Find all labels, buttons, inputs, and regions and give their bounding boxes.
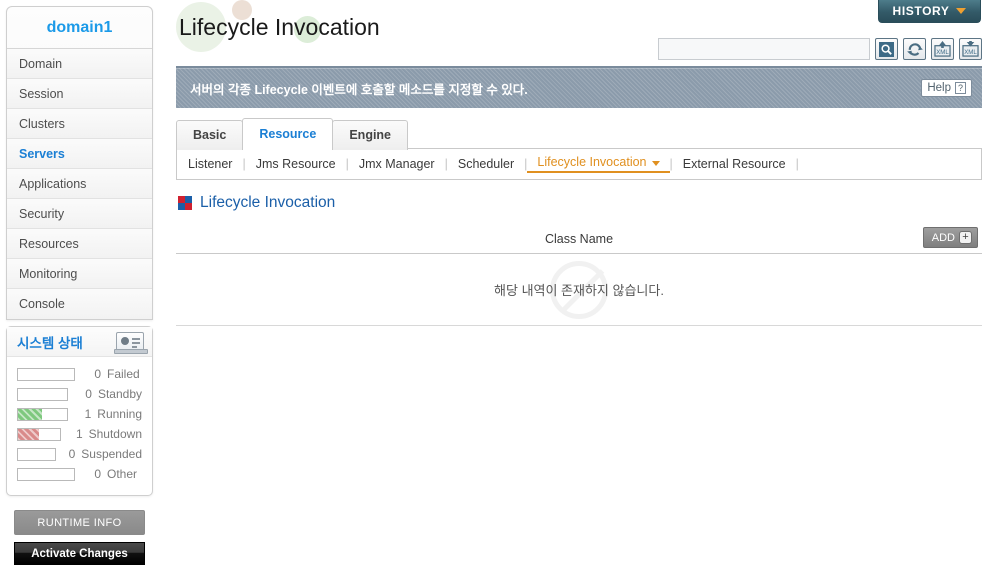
status-bar	[17, 467, 75, 481]
main-content: Lifecycle Invocation HISTORY XML XML 서버의…	[172, 0, 987, 569]
sidebar-item-domain[interactable]: Domain	[7, 49, 152, 79]
empty-state-message: 해당 내역이 존재하지 않습니다.	[494, 283, 664, 298]
status-bar	[17, 447, 56, 461]
chevron-down-icon	[956, 8, 967, 14]
status-row: 1 Running	[17, 405, 142, 423]
column-header-class-name: Class Name	[544, 231, 614, 246]
xml-export-icon[interactable]: XML	[931, 38, 954, 60]
status-bar	[17, 387, 69, 401]
refresh-icon[interactable]	[903, 38, 926, 60]
system-status-panel: 시스템 상태 0 Failed 0 Standby 1 Running 1 Shutdown 0…	[6, 326, 153, 496]
tab-engine[interactable]: Engine	[332, 120, 409, 150]
subnav-item-label: Jmx Manager	[358, 157, 435, 171]
sidebar-item-applications[interactable]: Applications	[7, 169, 152, 199]
domain-title[interactable]: domain1	[7, 7, 152, 49]
sidebar-item-servers[interactable]: Servers	[7, 139, 152, 169]
info-banner: 서버의 각종 Lifecycle 이벤트에 호출할 메소드를 지정할 수 있다.…	[176, 66, 982, 108]
subnav-item-jms-resource[interactable]: Jms Resource	[246, 157, 346, 171]
empty-state-row: 해당 내역이 존재하지 않습니다.	[176, 254, 982, 326]
tab-bar: Basic Resource Engine	[176, 118, 409, 150]
status-label: Failed	[107, 367, 140, 381]
subnav-item-label: Lifecycle Invocation	[537, 155, 647, 169]
checker-square-icon	[178, 196, 192, 210]
status-bar-fill	[18, 408, 43, 420]
svg-text:XML: XML	[936, 49, 949, 56]
sidebar-actions: RUNTIME INFO Activate Changes Undo ALL C…	[6, 510, 153, 569]
sidebar-item-security[interactable]: Security	[7, 199, 152, 229]
page-title: Lifecycle Invocation	[179, 14, 380, 40]
activate-changes-button[interactable]: Activate Changes	[14, 542, 145, 565]
system-status-header: 시스템 상태	[7, 327, 152, 357]
help-button[interactable]: Help ?	[921, 79, 972, 97]
subnav-item-jmx-manager[interactable]: Jmx Manager	[349, 157, 445, 171]
sidebar-nav-panel: domain1 Domain Session Clusters Servers Appl…	[6, 6, 153, 320]
tab-resource[interactable]: Resource	[242, 118, 334, 150]
help-label: Help	[927, 82, 951, 94]
sidebar: domain1 Domain Session Clusters Servers Appl…	[6, 6, 153, 569]
data-table: Class Name ADD + 해당 내역이 존재하지 않습니다.	[176, 224, 982, 326]
application-window: domain1 Domain Session Clusters Servers Appl…	[0, 0, 987, 569]
subnav-item-external-resource[interactable]: External Resource	[673, 157, 796, 171]
history-button[interactable]: HISTORY	[878, 0, 981, 23]
section-header: Lifecycle Invocation	[178, 194, 335, 212]
status-row: 0 Other	[17, 465, 142, 483]
system-status-title: 시스템 상태	[17, 335, 83, 351]
status-row: 0 Failed	[17, 365, 142, 383]
gear-plus-icon: +	[959, 231, 972, 244]
status-count: 0	[94, 367, 101, 381]
xml-import-icon[interactable]: XML	[959, 38, 982, 60]
runtime-info-button[interactable]: RUNTIME INFO	[14, 510, 145, 535]
status-bar	[17, 427, 62, 441]
subnav-item-label: Listener	[188, 157, 233, 171]
add-button[interactable]: ADD +	[922, 227, 978, 248]
add-label: ADD	[931, 231, 955, 244]
status-label: Shutdown	[88, 427, 142, 441]
status-count: 1	[75, 427, 83, 441]
subnav-item-label: Scheduler	[457, 157, 515, 171]
top-toolbar: XML XML	[658, 38, 982, 60]
sidebar-item-resources[interactable]: Resources	[7, 229, 152, 259]
laptop-chart-icon[interactable]	[114, 332, 148, 354]
status-row: 0 Standby	[17, 385, 142, 403]
status-label: Other	[107, 467, 138, 481]
status-row: 0 Suspended	[17, 445, 142, 463]
sidebar-item-console[interactable]: Console	[7, 289, 152, 319]
status-bar-fill	[18, 428, 40, 440]
status-label: Suspended	[81, 447, 142, 461]
history-label: HISTORY	[892, 4, 950, 18]
status-count: 0	[68, 447, 76, 461]
table-header-row: Class Name ADD +	[176, 224, 982, 254]
status-label: Standby	[97, 387, 142, 401]
status-count: 0	[94, 467, 101, 481]
subnav-item-lifecycle-invocation[interactable]: Lifecycle Invocation	[527, 155, 670, 173]
status-bar	[17, 367, 75, 381]
system-status-list: 0 Failed 0 Standby 1 Running 1 Shutdown 0 Suspend…	[7, 357, 152, 495]
sub-navigation: Listener | Jms Resource | Jmx Manager | Schedu…	[178, 149, 799, 179]
chevron-down-icon	[651, 161, 660, 166]
svg-text:XML: XML	[964, 49, 977, 56]
status-row: 1 Shutdown	[17, 425, 142, 443]
status-count: 0	[85, 387, 92, 401]
subnav-separator: |	[795, 157, 799, 171]
status-bar	[17, 407, 68, 421]
tab-basic[interactable]: Basic	[176, 120, 244, 150]
status-count: 1	[84, 407, 92, 421]
subnav-item-label: Jms Resource	[255, 157, 336, 171]
status-label: Running	[97, 407, 142, 421]
sidebar-item-session[interactable]: Session	[7, 79, 152, 109]
subnav-item-scheduler[interactable]: Scheduler	[448, 157, 524, 171]
sidebar-item-monitoring[interactable]: Monitoring	[7, 259, 152, 289]
sidebar-item-clusters[interactable]: Clusters	[7, 109, 152, 139]
question-mark-icon: ?	[954, 82, 966, 94]
info-banner-text: 서버의 각종 Lifecycle 이벤트에 호출할 메소드를 지정할 수 있다.	[190, 82, 528, 97]
search-icon[interactable]	[875, 38, 898, 60]
section-title: Lifecycle Invocation	[200, 194, 336, 211]
subnav-item-listener[interactable]: Listener	[178, 157, 242, 171]
sidebar-nav-list: Domain Session Clusters Servers Applications…	[7, 49, 152, 319]
search-input[interactable]	[658, 38, 870, 60]
subnav-item-label: External Resource	[682, 157, 786, 171]
